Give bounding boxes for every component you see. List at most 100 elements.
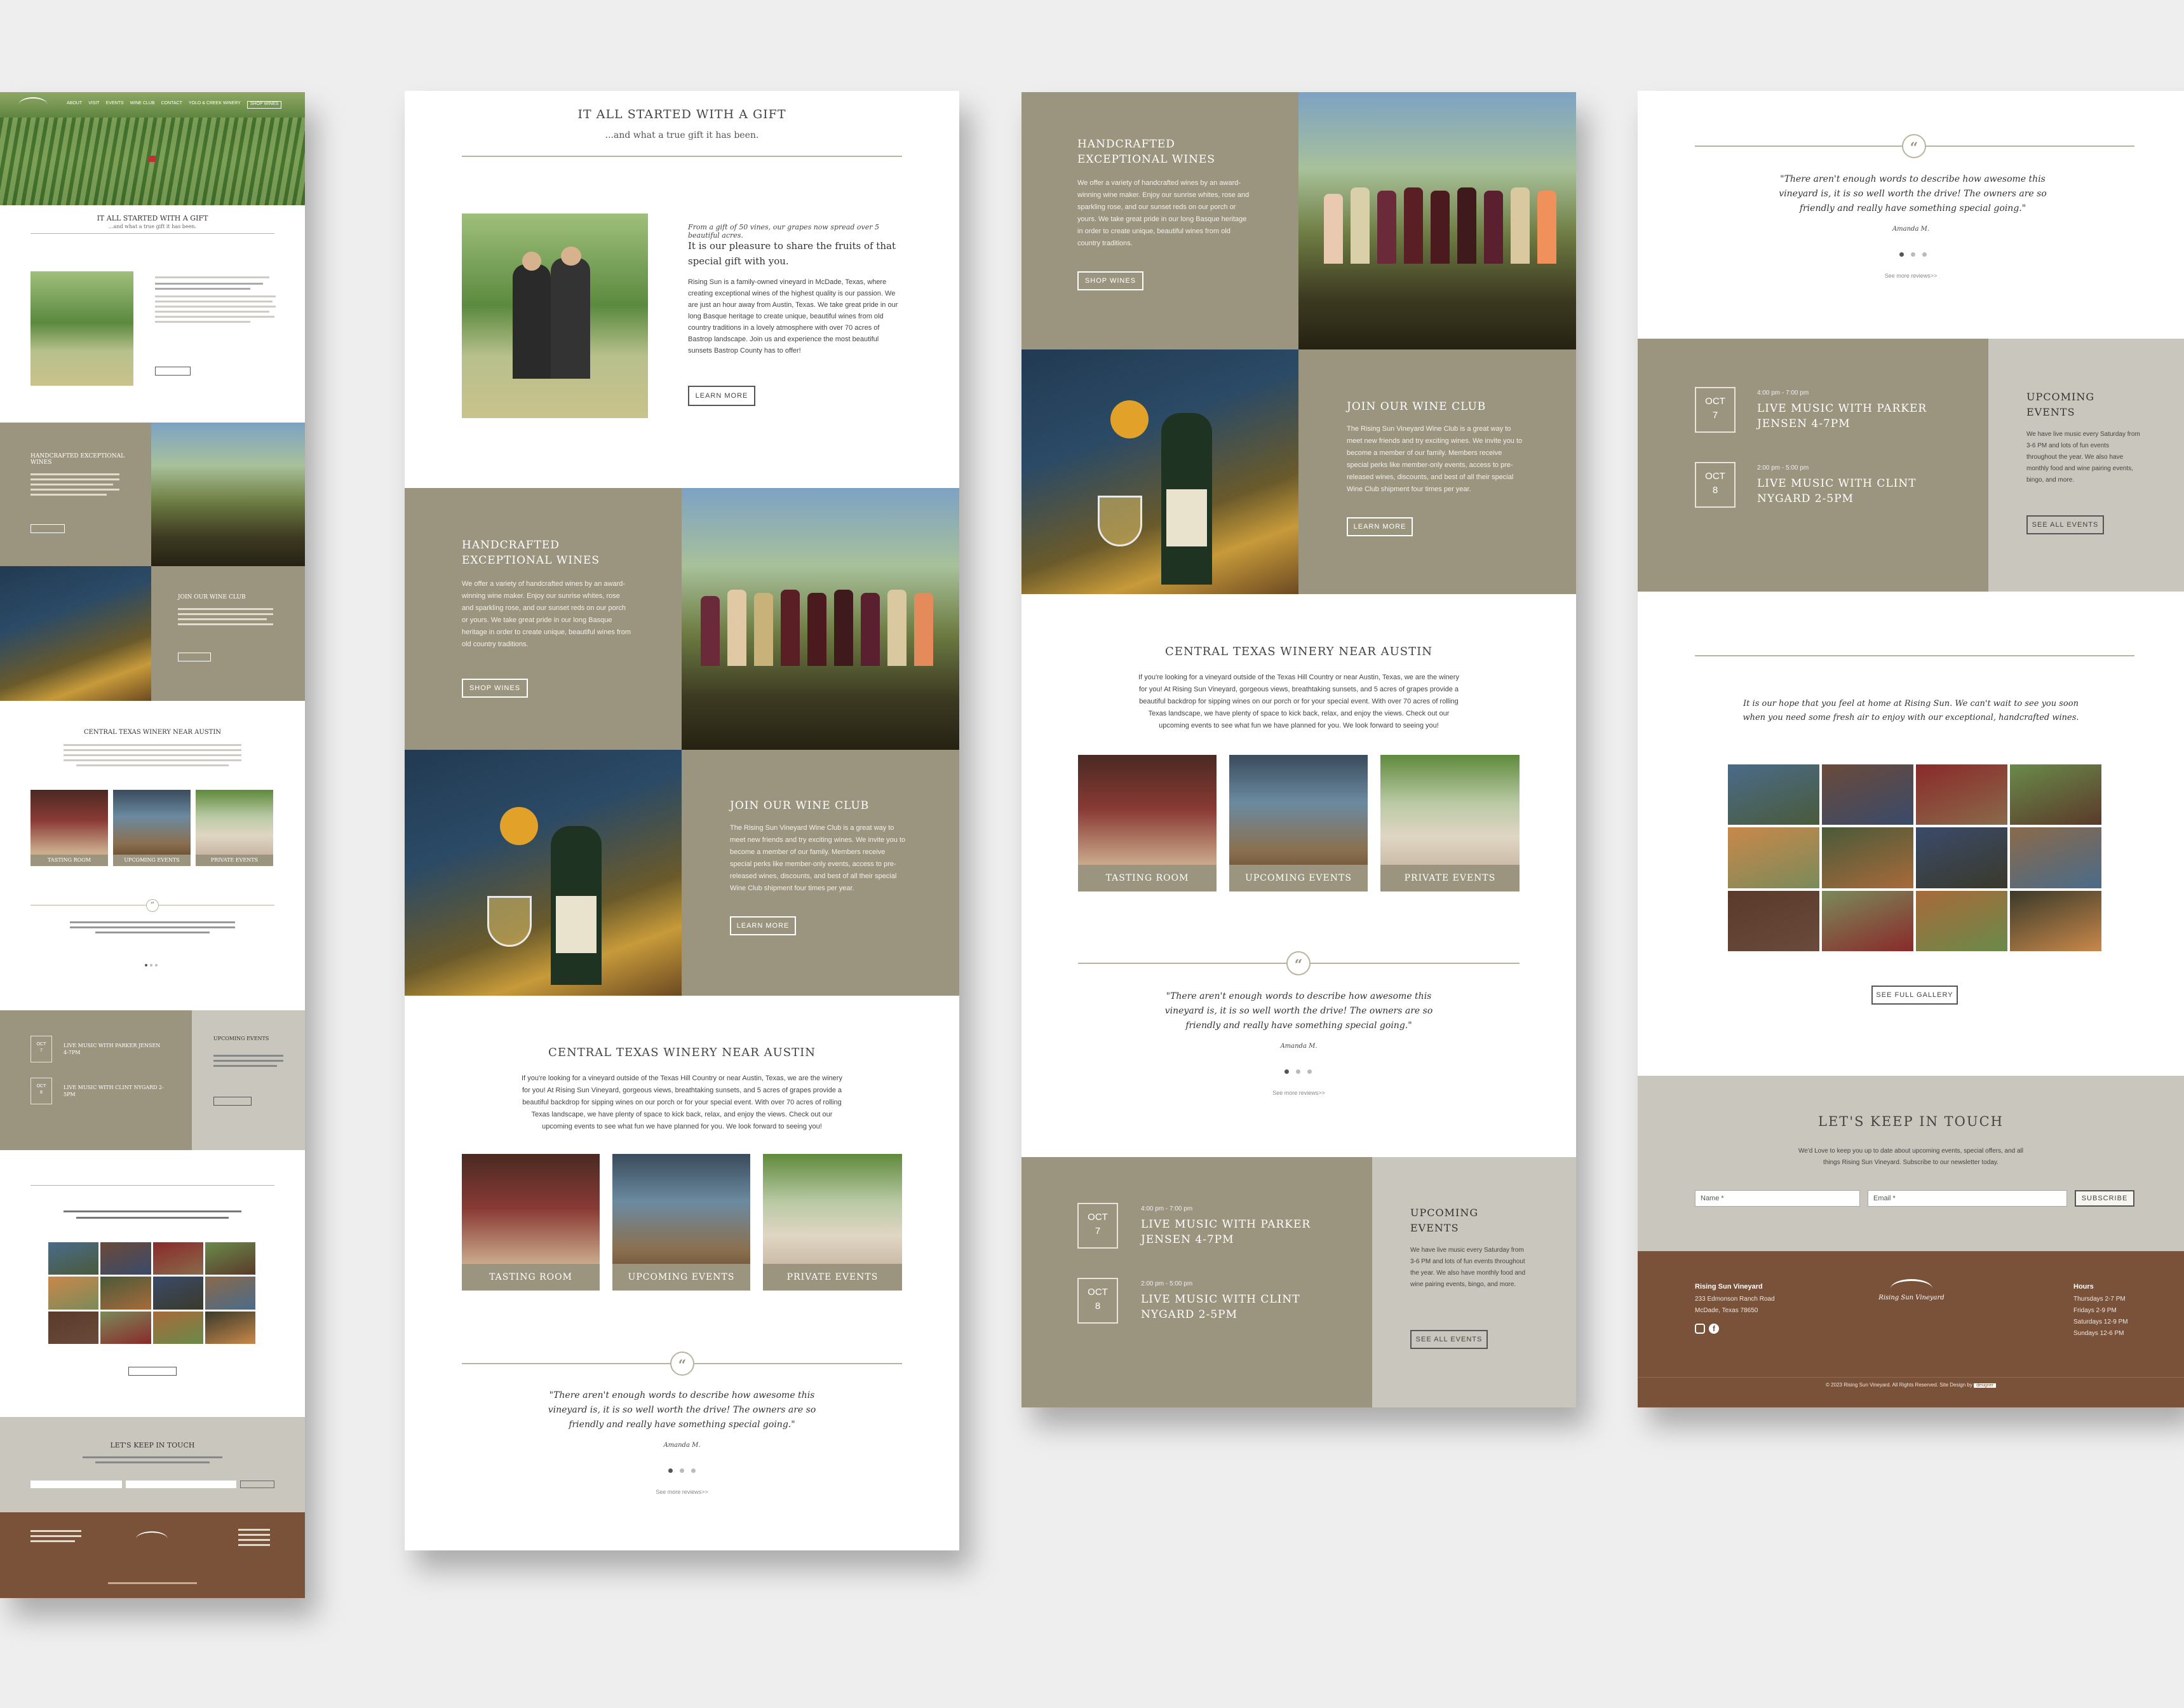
homepage-section-events: “ "There aren't enough words to describe… — [1638, 91, 2184, 1407]
see-all-events-small[interactable] — [213, 1097, 252, 1106]
tasting-room-card[interactable]: TASTING ROOM — [462, 1154, 600, 1291]
club-panel-small: JOIN OUR WINE CLUB — [151, 566, 305, 701]
footer-hours-thu: Thursdays 2-7 PM — [2073, 1296, 2126, 1303]
upcoming-events-card-3[interactable]: UPCOMING EVENTS — [1229, 755, 1368, 891]
nav-link-about[interactable]: ABOUT — [67, 101, 82, 109]
footer-logo[interactable]: Rising Sun Vineyard — [1878, 1277, 1945, 1315]
club-learn-more-button-3[interactable]: LEARN MORE — [1347, 517, 1413, 536]
gallery-photo[interactable] — [205, 1311, 255, 1344]
more-reviews-link[interactable]: See more reviews>> — [405, 1489, 959, 1495]
shop-wines-button-3[interactable]: SHOP WINES — [1077, 271, 1143, 290]
more-reviews-link-3[interactable]: See more reviews>> — [1021, 1090, 1576, 1096]
carousel-dot-2[interactable] — [680, 1468, 684, 1473]
footer: Rising Sun Vineyard 233 Edmonson Ranch R… — [1638, 1251, 2184, 1407]
see-full-gallery-button[interactable]: SEE FULL GALLERY — [1871, 986, 1958, 1005]
name-field-small[interactable] — [30, 1481, 122, 1488]
gallery-photo[interactable] — [1822, 890, 1913, 951]
more-reviews-link-4[interactable]: See more reviews>> — [1638, 273, 2184, 279]
intro-subheading: ...and what a true gift it has been. — [108, 224, 197, 229]
email-field-small[interactable] — [126, 1481, 236, 1488]
shop-wines-button-small[interactable] — [30, 524, 65, 533]
nav-link-events[interactable]: EVENTS — [106, 101, 124, 109]
tasting-room-card-3[interactable]: TASTING ROOM — [1078, 755, 1217, 891]
logo[interactable] — [19, 97, 47, 111]
nav-link-visit[interactable]: VISIT — [88, 101, 100, 109]
nav-shop-button[interactable]: SHOP WINES — [246, 101, 282, 109]
gallery-photo[interactable] — [100, 1277, 151, 1310]
gallery-photo[interactable] — [1728, 764, 1819, 825]
gallery-photo[interactable] — [100, 1311, 151, 1344]
club-learn-more-button[interactable]: LEARN MORE — [730, 916, 796, 935]
handcrafted-panel: HANDCRAFTED EXCEPTIONAL WINES We offer a… — [405, 488, 682, 750]
quote-icon-4: “ — [1902, 134, 1926, 158]
events-side-body-3: We have live music every Saturday from 3… — [1410, 1247, 1526, 1288]
carousel-dot-3-1[interactable] — [1284, 1069, 1289, 1074]
gallery-photo[interactable] — [100, 1242, 151, 1275]
gallery-photo[interactable] — [205, 1242, 255, 1275]
carousel-dot-3-3[interactable] — [1307, 1069, 1312, 1074]
footer-logo-small[interactable] — [136, 1531, 168, 1547]
gallery-photo[interactable] — [152, 1242, 203, 1275]
gallery-photo[interactable] — [1728, 827, 1819, 888]
testimonial-quote-4: "There aren't enough words to describe h… — [1779, 174, 2047, 214]
gallery-photo[interactable] — [1916, 890, 2007, 951]
owners-photo — [462, 214, 648, 418]
intro-learn-more-button[interactable] — [155, 367, 191, 376]
private-card-small[interactable]: PRIVATE EVENTS — [196, 790, 273, 866]
carousel-dot-4-3[interactable] — [1922, 252, 1927, 257]
nav-link-yolo[interactable]: YOLO & CREEK WINERY — [189, 101, 241, 109]
nav-link-contact[interactable]: CONTACT — [161, 101, 182, 109]
private-events-card-3[interactable]: PRIVATE EVENTS — [1380, 755, 1520, 891]
name-field[interactable]: Name * — [1695, 1190, 1860, 1207]
gallery-photo[interactable] — [48, 1242, 99, 1275]
upcoming-events-card[interactable]: UPCOMING EVENTS — [612, 1154, 750, 1291]
gallery-photo[interactable] — [48, 1311, 99, 1344]
tasting-card-small[interactable]: TASTING ROOM — [30, 790, 108, 866]
carousel-dot-1[interactable] — [668, 1468, 673, 1473]
events-card-small[interactable]: UPCOMING EVENTS — [113, 790, 191, 866]
gallery-photo[interactable] — [152, 1311, 203, 1344]
carousel-dot-3-2[interactable] — [1296, 1069, 1300, 1074]
newsletter-title: LET'S KEEP IN TOUCH — [1818, 1114, 2004, 1129]
testimonial-quote-3: "There aren't enough words to describe h… — [1164, 991, 1433, 1031]
gallery-photo[interactable] — [152, 1277, 203, 1310]
carousel-dot-3[interactable] — [691, 1468, 696, 1473]
gallery-photo[interactable] — [1728, 890, 1819, 951]
gallery-photo[interactable] — [1822, 764, 1913, 825]
gallery-photo[interactable] — [48, 1277, 99, 1310]
event-time-3-1: 4:00 pm - 7:00 pm — [1141, 1205, 1193, 1212]
nav-link-wine-club[interactable]: WINE CLUB — [130, 101, 155, 109]
private-events-card[interactable]: PRIVATE EVENTS — [763, 1154, 902, 1291]
see-full-gallery-small[interactable] — [128, 1367, 177, 1376]
gallery-photo[interactable] — [205, 1277, 255, 1310]
intro-heading: IT ALL STARTED WITH A GIFT — [577, 107, 786, 121]
shop-wines-button[interactable]: SHOP WINES — [462, 679, 528, 698]
facebook-icon[interactable]: f — [1709, 1324, 1719, 1334]
club-panel-3: JOIN OUR WINE CLUB The Rising Sun Vineya… — [1298, 349, 1576, 594]
gallery-photo[interactable] — [1822, 827, 1913, 888]
gallery-photo[interactable] — [1916, 764, 2007, 825]
gallery-photo[interactable] — [1916, 827, 2007, 888]
club-learn-more-small[interactable] — [178, 653, 211, 661]
bottles-photo — [682, 488, 959, 750]
gallery-intro: It is our hope that you feel at home at … — [1742, 699, 2079, 722]
events-panel-4: OCT 7 4:00 pm - 7:00 pm LIVE MUSIC WITH P… — [1638, 339, 1988, 592]
event-title-3-1: LIVE MUSIC WITH PARKER JENSEN 4-7PM — [1141, 1218, 1311, 1246]
instagram-icon[interactable] — [1695, 1324, 1705, 1334]
carousel-dot-4-1[interactable] — [1899, 252, 1904, 257]
gallery-photo[interactable] — [2010, 764, 2101, 825]
intro-learn-more-button[interactable]: LEARN MORE — [688, 386, 755, 406]
gallery-photo[interactable] — [2010, 827, 2101, 888]
carousel-dot-4-2[interactable] — [1911, 252, 1915, 257]
designer-badge[interactable]: designer — [1974, 1383, 1996, 1388]
subscribe-button-small[interactable] — [240, 1481, 274, 1488]
email-field[interactable]: Email * — [1868, 1190, 2067, 1207]
event-title-small-2: LIVE MUSIC WITH CLINT NYGARD 2-5PM — [64, 1085, 164, 1097]
subscribe-button[interactable]: SUBSCRIBE — [2075, 1190, 2134, 1207]
event-time-3-2: 2:00 pm - 5:00 pm — [1141, 1280, 1193, 1287]
gallery-photo[interactable] — [2010, 890, 2101, 951]
events-side-body-4: We have live music every Saturday from 3… — [2026, 431, 2140, 484]
see-all-events-button-3[interactable]: SEE ALL EVENTS — [1410, 1330, 1488, 1349]
see-all-events-button-4[interactable]: SEE ALL EVENTS — [2026, 515, 2104, 534]
intro-subheading: ...and what a true gift it has been. — [605, 130, 759, 140]
